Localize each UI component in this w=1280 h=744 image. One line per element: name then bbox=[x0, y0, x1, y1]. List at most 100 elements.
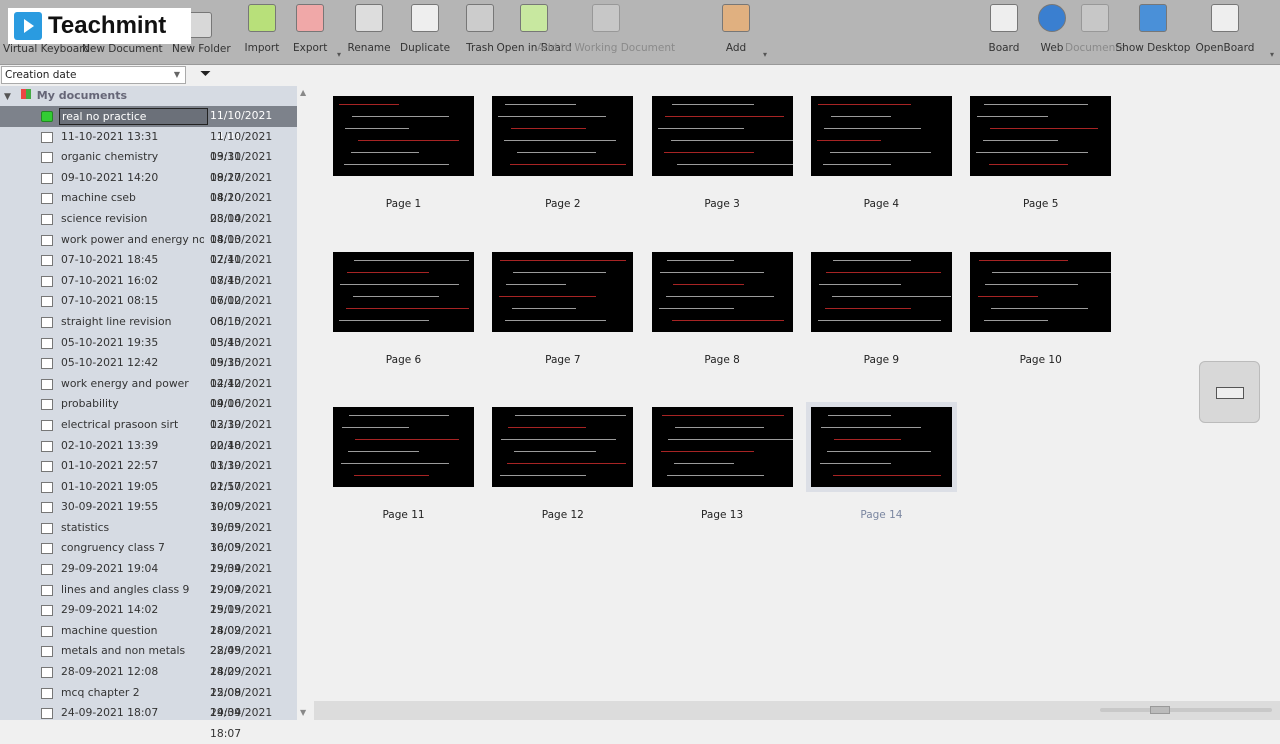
toolbar-button-add[interactable]: Add bbox=[722, 4, 750, 54]
document-item[interactable]: 02-10-2021 13:39 02/10/2021 13:39 bbox=[0, 436, 297, 472]
document-item[interactable]: 01-10-2021 22:57 01/10/2021 22:57 bbox=[0, 456, 297, 493]
document-item[interactable]: 28-09-2021 12:08 28/09/2021 12:08 bbox=[0, 662, 297, 699]
document-edit-icon bbox=[41, 255, 53, 267]
keyboard-icon bbox=[1216, 387, 1244, 399]
document-name: straight line revision bbox=[61, 314, 172, 328]
page-thumbnail[interactable] bbox=[970, 251, 1112, 332]
document-item[interactable]: 07-10-2021 18:45 07/10/2021 18:45 bbox=[0, 250, 297, 287]
page-thumbnail[interactable] bbox=[333, 251, 474, 332]
sort-select[interactable]: Creation date ▼ bbox=[1, 66, 186, 84]
document-tree: ▼ My documents real no practice 11/10/202… bbox=[0, 86, 297, 740]
document-item[interactable]: mcq chapter 2 25/09/2021 19:34 bbox=[0, 683, 297, 719]
document-item[interactable]: machine cseb 08/10/2021 23:04 bbox=[0, 188, 297, 225]
document-name: work power and energy no... bbox=[61, 232, 204, 246]
toolbar-button-trash[interactable]: Trash bbox=[466, 4, 494, 54]
rename-icon bbox=[355, 4, 384, 32]
toolbar-button-new-document[interactable]: New Document bbox=[82, 43, 163, 55]
page-label: Page 14 bbox=[860, 509, 903, 521]
page-thumbnail[interactable] bbox=[970, 96, 1112, 176]
toolbar-button-virtual-keyboard[interactable]: Virtual Keyboard bbox=[3, 43, 90, 55]
toolbar-button-export[interactable]: Export bbox=[293, 4, 327, 54]
document-name: machine cseb bbox=[61, 191, 136, 205]
document-item[interactable]: electrical prasoon sirt 02/10/2021 20:48 bbox=[0, 415, 297, 452]
tree-root-my-documents[interactable]: ▼ My documents bbox=[0, 86, 297, 106]
page-thumbnail[interactable] bbox=[492, 96, 634, 176]
dropdown-arrow-icon[interactable]: ▾ bbox=[763, 50, 767, 59]
page-thumbnail[interactable] bbox=[805, 402, 957, 492]
toolbar-button-import[interactable]: Import bbox=[245, 4, 279, 54]
document-item[interactable]: 29-09-2021 19:04 29/09/2021 19:04 bbox=[0, 559, 297, 596]
dropdown-arrow-icon[interactable]: ▾ bbox=[337, 50, 341, 59]
page-thumbnail[interactable] bbox=[651, 251, 793, 332]
page-thumbnail[interactable] bbox=[333, 96, 474, 176]
page-label: Page 11 bbox=[382, 509, 425, 521]
document-item[interactable]: science revision 08/10/2021 14:03 bbox=[0, 209, 297, 246]
document-item[interactable]: 07-10-2021 16:02 07/10/2021 16:02 bbox=[0, 271, 297, 307]
zoom-slider-handle[interactable] bbox=[1150, 706, 1170, 714]
document-name: statistics bbox=[61, 520, 110, 534]
toolbar-button-board[interactable]: Board bbox=[989, 4, 1019, 54]
globe-icon bbox=[1038, 4, 1066, 32]
document-item[interactable]: metals and non metals 28/09/2021 14:29 bbox=[0, 641, 297, 678]
toolbar-button-new-folder[interactable]: New Folder bbox=[172, 43, 231, 55]
document-item[interactable]: congruency class 7 30/09/2021 13:34 bbox=[0, 538, 297, 575]
document-item[interactable]: 09-10-2021 14:20 09/10/2021 14:20 bbox=[0, 168, 297, 204]
scroll-up-icon[interactable]: ▲ bbox=[300, 88, 306, 97]
document-item[interactable]: work energy and power 04/10/2021 19:06 bbox=[0, 374, 297, 410]
document-item[interactable]: 05-10-2021 12:42 05/10/2021 12:42 bbox=[0, 353, 297, 390]
document-name: 07-10-2021 18:45 bbox=[61, 253, 159, 267]
page-label: Page 4 bbox=[863, 198, 900, 210]
document-item[interactable]: statistics 30/09/2021 16:05 bbox=[0, 518, 297, 554]
logo-text: Teachmint bbox=[48, 12, 167, 39]
document-item[interactable]: probability 04/10/2021 13:39 bbox=[0, 394, 297, 431]
document-name: 07-10-2021 08:15 bbox=[61, 294, 159, 308]
document-edit-icon bbox=[41, 708, 53, 720]
toolbar-button-show-desktop[interactable]: Show Desktop bbox=[1116, 4, 1190, 54]
dropdown-arrow-icon[interactable]: ▾ bbox=[1270, 50, 1274, 59]
toolbar-label: Duplicate bbox=[400, 42, 451, 54]
page-thumbnail[interactable] bbox=[492, 251, 634, 332]
document-name: electrical prasoon sirt bbox=[61, 417, 179, 431]
document-item[interactable]: organic chemistry 09/10/2021 18:27 bbox=[0, 147, 297, 184]
page-thumbnail[interactable] bbox=[810, 251, 952, 332]
toolbar-button-rename[interactable]: Rename bbox=[348, 4, 391, 54]
teachmint-logo: Teachmint bbox=[8, 8, 191, 44]
toolbar-button-openboard[interactable]: OpenBoard bbox=[1196, 4, 1254, 54]
document-item[interactable]: work power and energy no... 08/10/2021 12… bbox=[0, 230, 297, 266]
document-edit-icon bbox=[41, 461, 53, 473]
virtual-keyboard-button[interactable] bbox=[1199, 361, 1260, 423]
filter-icon[interactable]: ⏷ bbox=[200, 66, 211, 82]
document-item[interactable]: 11-10-2021 13:31 11/10/2021 13:31 bbox=[0, 127, 297, 163]
toolbar-button-duplicate[interactable]: Duplicate bbox=[400, 4, 450, 54]
document-item[interactable]: 24-09-2021 18:07 24/09/2021 18:07 bbox=[0, 703, 297, 740]
page-thumbnail[interactable] bbox=[651, 407, 793, 487]
document-item[interactable]: 01-10-2021 19:05 01/10/2021 19:05 bbox=[0, 477, 297, 513]
document-name: 05-10-2021 12:42 bbox=[61, 356, 159, 370]
sort-value: Creation date bbox=[5, 69, 77, 81]
document-item[interactable]: machine question 28/09/2021 22:45 bbox=[0, 621, 297, 657]
zoom-slider-track[interactable] bbox=[1100, 708, 1272, 712]
document-item[interactable]: lines and angles class 9 29/09/2021 15:15 bbox=[0, 580, 297, 616]
document-item[interactable]: 30-09-2021 19:55 30/09/2021 19:55 bbox=[0, 497, 297, 534]
horizontal-scrollbar[interactable] bbox=[314, 701, 1280, 720]
page-thumbnail[interactable] bbox=[810, 96, 952, 176]
document-item[interactable]: real no practice 11/10/2021 14:04 bbox=[0, 106, 297, 143]
toolbar-button-web[interactable]: Web bbox=[1038, 4, 1066, 54]
document-item[interactable]: 29-09-2021 14:02 29/09/2021 14:02 bbox=[0, 600, 297, 637]
document-edit-icon bbox=[41, 234, 53, 246]
scroll-down-icon[interactable]: ▼ bbox=[300, 708, 306, 717]
page-thumbnail[interactable] bbox=[651, 96, 793, 176]
document-name: organic chemistry bbox=[61, 150, 159, 164]
toolbar-button-add-to-working-document[interactable]: Add to Working Document bbox=[537, 4, 675, 54]
folder-icon bbox=[20, 89, 31, 99]
expand-arrow-icon[interactable]: ▼ bbox=[4, 92, 11, 102]
document-item[interactable]: 07-10-2021 08:15 07/10/2021 08:15 bbox=[0, 291, 297, 328]
document-item[interactable]: straight line revision 06/10/2021 13:43 bbox=[0, 312, 297, 349]
document-item[interactable]: 05-10-2021 19:35 05/10/2021 19:35 bbox=[0, 333, 297, 369]
page-thumbnail[interactable] bbox=[492, 407, 634, 487]
duplicate-icon bbox=[411, 4, 440, 32]
page-thumbnail[interactable] bbox=[333, 407, 474, 487]
sidebar-scrollbar[interactable]: ▲ ▼ bbox=[297, 86, 311, 720]
document-name: work energy and power bbox=[61, 376, 189, 390]
open-arrow-icon bbox=[41, 111, 53, 122]
